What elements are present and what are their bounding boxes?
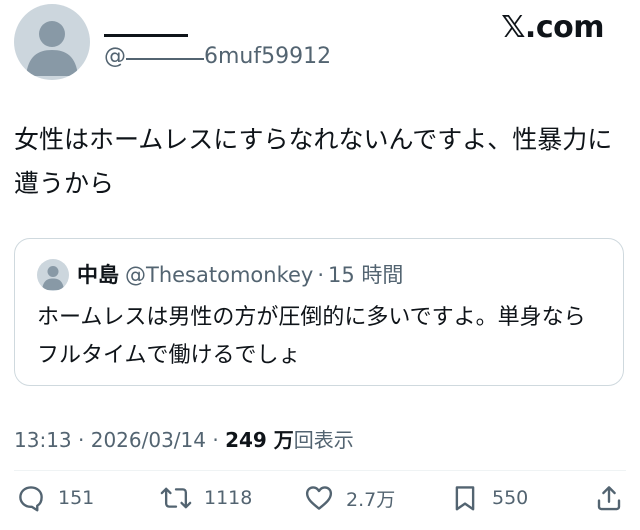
author-handle[interactable]: @6muf59912 <box>104 42 331 72</box>
quoted-timestamp: 15 時間 <box>328 263 404 287</box>
like-count: 2.7万 <box>346 488 396 511</box>
tweet-text: 女性はホームレスにすらなれないんですよ、性暴力に遭うから <box>14 125 613 198</box>
tweet-date[interactable]: 2026/03/14 <box>91 428 206 452</box>
quoted-display-name: 中島 <box>77 263 119 287</box>
redacted-display-name <box>104 34 188 37</box>
like-button[interactable]: 2.7万 <box>304 478 395 518</box>
heart-icon <box>305 486 333 510</box>
reply-button[interactable]: 151 <box>16 478 94 518</box>
reply-icon <box>19 486 43 512</box>
views-label: 回表示 <box>293 428 354 452</box>
repost-count: 1118 <box>204 487 253 509</box>
tweet-meta: 13:13 · 2026/03/14 · 249 万回表示 <box>14 426 354 454</box>
quoted-tweet-text: ホームレスは男性の方が圧倒的に多いですよ。単身ならフルタイムで働けるでしょ <box>37 305 586 368</box>
repost-button[interactable]: 1118 <box>160 478 252 518</box>
meta-separator: · <box>212 428 219 452</box>
default-avatar-icon <box>42 266 64 290</box>
quoted-tweet-card[interactable]: 中島 @Thesatomonkey · 15 時間 ホームレスは男性の方が圧倒的に多い… <box>14 238 624 386</box>
bookmark-icon <box>455 486 475 511</box>
redacted-handle-line <box>126 58 204 60</box>
author-handle-suffix: 6muf59912 <box>204 44 332 69</box>
action-bar: 151 1118 2.7万 550 <box>14 478 626 518</box>
tweet-time[interactable]: 13:13 <box>14 428 72 452</box>
default-avatar-icon <box>26 21 78 76</box>
share-icon <box>597 486 621 511</box>
x-logo: 𝕏.com <box>501 10 604 45</box>
divider <box>14 470 626 471</box>
bookmark-button[interactable]: 550 <box>450 478 528 518</box>
share-button[interactable] <box>594 478 624 518</box>
author-handle-prefix: @ <box>104 44 126 69</box>
meta-separator: · <box>78 428 85 452</box>
quoted-separator: · <box>317 263 325 287</box>
repost-icon <box>160 487 192 509</box>
quoted-tweet-header: 中島 @Thesatomonkey · 15 時間 <box>37 259 403 291</box>
reply-count: 151 <box>58 487 95 509</box>
avatar[interactable] <box>14 4 90 80</box>
quoted-handle: @Thesatomonkey <box>125 263 314 287</box>
bookmark-count: 550 <box>492 487 529 509</box>
views-count: 249 万 <box>225 428 294 452</box>
quoted-avatar <box>37 259 69 291</box>
